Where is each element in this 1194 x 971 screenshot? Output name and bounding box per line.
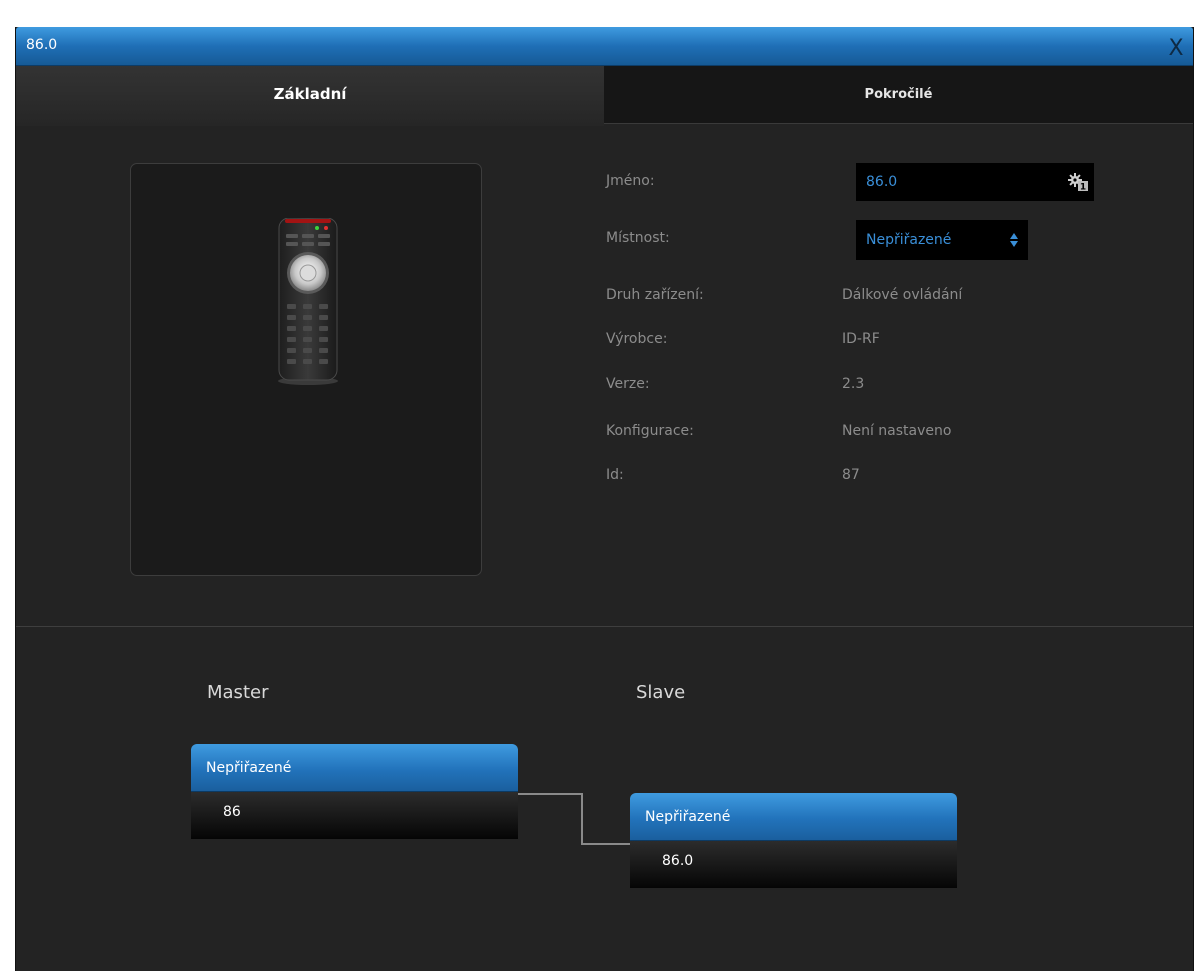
type-label: Druh zařízení: xyxy=(606,287,704,303)
tab-advanced[interactable]: Pokročilé xyxy=(604,66,1193,124)
version-value: 2.3 xyxy=(842,376,865,392)
slave-node-body: 86.0 xyxy=(630,841,957,888)
name-input[interactable] xyxy=(856,163,1076,201)
slave-device-label: 86.0 xyxy=(662,853,694,869)
slave-room-label: Nepřiřazené xyxy=(645,809,731,825)
master-node-body: 86 xyxy=(191,792,518,839)
device-image-panel xyxy=(130,163,482,576)
name-label: Jméno: xyxy=(606,173,655,189)
id-row: Id: 87 xyxy=(606,467,1166,487)
manufacturer-row: Výrobce: ID-RF xyxy=(606,331,1166,351)
master-room-label: Nepřiřazené xyxy=(206,760,292,776)
configuration-label: Konfigurace: xyxy=(606,423,694,439)
title-bar: 86.0 X xyxy=(16,27,1193,66)
close-icon: X xyxy=(1168,36,1183,61)
slave-node[interactable]: Nepřiřazené 86.0 xyxy=(630,793,957,888)
master-node[interactable]: Nepřiřazené 86 xyxy=(191,744,518,839)
svg-text:1: 1 xyxy=(1080,183,1086,193)
master-heading: Master xyxy=(207,682,269,703)
tab-bar: Základní Pokročilé xyxy=(16,66,1193,126)
dialog-title: 86.0 xyxy=(26,37,58,53)
slave-heading: Slave xyxy=(636,682,686,703)
close-button[interactable]: X xyxy=(1161,30,1191,62)
master-device-label: 86 xyxy=(223,804,241,820)
type-row: Druh zařízení: Dálkové ovládání xyxy=(606,287,1166,307)
master-node-header: Nepřiřazené xyxy=(191,744,518,792)
section-divider xyxy=(16,626,1193,627)
manufacturer-label: Výrobce: xyxy=(606,331,668,347)
manufacturer-value: ID-RF xyxy=(842,331,880,347)
id-label: Id: xyxy=(606,467,624,483)
configuration-value: Není nastaveno xyxy=(842,423,952,439)
svg-text:X: X xyxy=(1168,36,1183,61)
id-value: 87 xyxy=(842,467,860,483)
type-value: Dálkové ovládání xyxy=(842,287,963,303)
room-select-value: Nepřiřazené xyxy=(866,232,952,248)
room-select[interactable]: Nepřiřazené xyxy=(856,220,1028,260)
slave-node-header: Nepřiřazené xyxy=(630,793,957,841)
select-arrows-icon xyxy=(1010,233,1018,247)
name-field[interactable]: 1 xyxy=(856,163,1094,201)
device-dialog: 86.0 X Základní Pokročilé Jméno: Místnos… xyxy=(15,27,1194,971)
room-label: Místnost: xyxy=(606,230,670,246)
version-row: Verze: 2.3 xyxy=(606,376,1166,396)
configuration-row: Konfigurace: Není nastaveno xyxy=(606,423,1166,443)
version-label: Verze: xyxy=(606,376,650,392)
tab-basic[interactable]: Základní xyxy=(16,66,604,126)
gear-badge-icon[interactable]: 1 xyxy=(1068,172,1090,192)
remote-control-icon xyxy=(278,218,338,385)
